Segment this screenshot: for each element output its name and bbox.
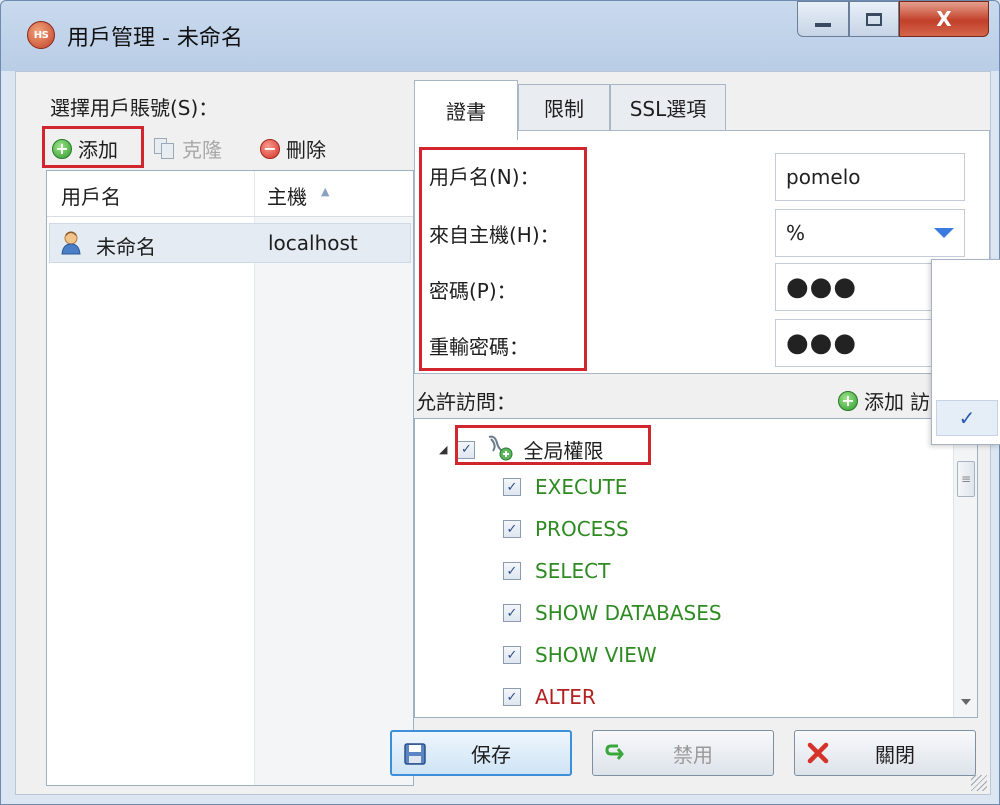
host-label: 來自主機(H)： — [429, 223, 560, 247]
password-label: 密碼(P)： — [429, 279, 517, 303]
column-separator — [254, 171, 255, 785]
privilege-label: EXECUTE — [535, 475, 628, 499]
tree-scrollbar[interactable]: ≡ — [953, 419, 977, 717]
user-list[interactable]: 用戶名 主機 ▲ 未命名 localhost — [46, 170, 414, 786]
confirm-password-value: ●●● — [786, 328, 858, 358]
user-icon — [60, 230, 86, 256]
privilege-tree[interactable]: ◢ ✓ 全局權限 ✓ EXECUTE ✓ PROCESS ✓ SELECT ✓ … — [414, 418, 978, 718]
tree-root-row[interactable]: ◢ ✓ 全局權限 — [439, 433, 603, 466]
privilege-checkbox[interactable]: ✓ — [503, 562, 521, 580]
privilege-label: SHOW DATABASES — [535, 601, 722, 625]
privilege-row[interactable]: ✓ PROCESS — [503, 517, 629, 541]
table-row[interactable]: 未命名 localhost — [49, 223, 411, 263]
add-access-icon: + — [838, 390, 858, 411]
column-header-host[interactable]: 主機 — [267, 181, 307, 210]
privilege-row[interactable]: ✓ SHOW VIEW — [503, 643, 657, 667]
close-button[interactable]: 關閉 — [794, 730, 976, 776]
delete-icon: − — [260, 138, 280, 159]
sort-ascending-icon: ▲ — [321, 185, 330, 198]
tab-certificate[interactable]: 證書 — [414, 80, 518, 140]
disable-button[interactable]: 禁用 — [592, 730, 774, 776]
password-value: ●●● — [786, 272, 858, 302]
app-icon-text: HS — [33, 29, 49, 41]
username-field[interactable]: pomelo — [775, 153, 965, 201]
global-privilege-label: 全局權限 — [523, 439, 604, 463]
add-user-button[interactable]: + 添加 — [52, 134, 118, 163]
privilege-row[interactable]: ✓ ALTER — [503, 685, 596, 709]
close-window-button[interactable]: X — [899, 1, 989, 37]
user-list-header: 用戶名 主機 ▲ — [47, 171, 413, 217]
privilege-checkbox[interactable]: ✓ — [503, 688, 521, 706]
allow-access-label: 允許訪問： — [416, 390, 516, 414]
dialog-client-area: 選擇用戶賬號(S)： + 添加 克隆 − 刪除 用戶名 主機 ▲ 未命名 loc… — [15, 71, 991, 795]
privilege-checkbox[interactable]: ✓ — [503, 478, 521, 496]
privilege-checkbox[interactable]: ✓ — [503, 604, 521, 622]
check-icon: ✓ — [958, 406, 976, 430]
scrollbar-thumb[interactable]: ≡ — [957, 461, 975, 497]
close-icon: X — [936, 7, 952, 31]
select-account-label: 選擇用戶賬號(S)： — [50, 96, 219, 120]
privilege-checkbox[interactable]: ✓ — [503, 646, 521, 664]
minimize-icon — [815, 23, 831, 27]
clone-user-button[interactable]: 克隆 — [154, 134, 222, 163]
delete-user-label: 刪除 — [286, 138, 326, 162]
row-username: 未命名 — [96, 235, 156, 259]
privilege-row[interactable]: ✓ EXECUTE — [503, 475, 627, 499]
privilege-label: SHOW VIEW — [535, 643, 657, 667]
clone-user-label: 克隆 — [182, 138, 222, 162]
user-management-window: HS 用戶管理 - 未命名 X 選擇用戶賬號(S)： + 添加 克隆 − 刪除 … — [0, 0, 1000, 805]
maximize-button[interactable] — [849, 1, 899, 37]
host-value: % — [786, 221, 806, 245]
privilege-label: PROCESS — [535, 517, 629, 541]
title-bar: HS 用戶管理 - 未命名 X — [1, 1, 1000, 63]
username-value: pomelo — [786, 165, 861, 189]
confirm-password-label: 重輸密碼： — [429, 335, 529, 359]
add-access-button[interactable]: + 添加訪 — [838, 386, 930, 415]
host-dropdown[interactable]: % — [775, 209, 965, 257]
save-label: 保存 — [471, 742, 511, 767]
global-privilege-checkbox[interactable]: ✓ — [457, 440, 476, 459]
minimize-button[interactable] — [797, 1, 849, 37]
host-column-shade — [255, 217, 413, 785]
column-header-username[interactable]: 用戶名 — [61, 181, 121, 210]
add-user-label: 添加 — [78, 138, 118, 162]
tab-ssl-options[interactable]: SSL選項 — [610, 84, 726, 130]
tab-certificate-label: 證書 — [446, 100, 486, 124]
username-label: 用戶名(N)： — [429, 165, 540, 189]
row-host: localhost — [268, 231, 358, 255]
save-button[interactable]: 保存 — [390, 730, 572, 776]
resize-grip-icon[interactable] — [971, 775, 987, 791]
clone-icon — [154, 137, 176, 160]
chevron-down-icon[interactable] — [934, 228, 954, 238]
scroll-down-icon[interactable] — [961, 699, 971, 705]
tab-ssl-options-label: SSL選項 — [629, 97, 707, 121]
privilege-label: ALTER — [535, 685, 596, 709]
app-icon: HS — [27, 21, 55, 49]
dropdown-popup[interactable]: ✓ — [931, 259, 1000, 445]
privilege-label: SELECT — [535, 559, 611, 583]
privilege-checkbox[interactable]: ✓ — [503, 520, 521, 538]
close-label: 關閉 — [875, 742, 915, 767]
add-access-label: 添加 — [864, 390, 904, 414]
privilege-node-icon — [485, 433, 513, 466]
privilege-row[interactable]: ✓ SHOW DATABASES — [503, 601, 722, 625]
disable-label: 禁用 — [673, 742, 713, 767]
add-access-label-overflow: 訪 — [910, 390, 930, 414]
privilege-row[interactable]: ✓ SELECT — [503, 559, 610, 583]
add-icon: + — [52, 138, 72, 159]
tree-expand-icon[interactable]: ◢ — [439, 443, 447, 456]
popup-checked-item[interactable]: ✓ — [936, 400, 998, 436]
tab-limits[interactable]: 限制 — [518, 84, 610, 130]
maximize-icon — [866, 12, 882, 26]
certificate-panel: 用戶名(N)： 來自主機(H)： 密碼(P)： 重輸密碼： pomelo % ●… — [414, 130, 990, 374]
window-title: 用戶管理 - 未命名 — [67, 26, 243, 51]
delete-user-button[interactable]: − 刪除 — [260, 134, 326, 163]
tab-limits-label: 限制 — [544, 97, 584, 121]
